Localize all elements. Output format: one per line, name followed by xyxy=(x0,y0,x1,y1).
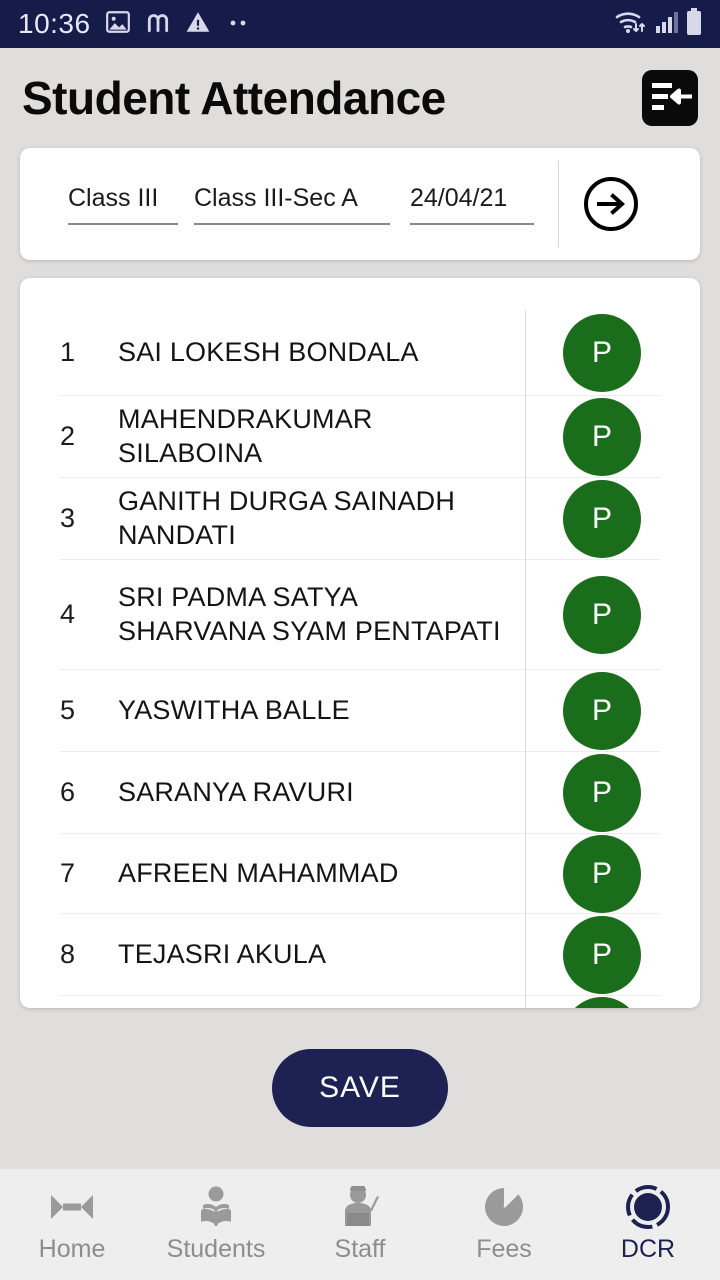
section-select[interactable]: Class III-Sec A xyxy=(194,184,390,225)
attendance-toggle[interactable]: P xyxy=(544,575,660,654)
arrow-right-circle-icon[interactable] xyxy=(579,172,643,236)
student-name: YASWITHA BALLE xyxy=(118,694,350,725)
attendance-toggle[interactable] xyxy=(544,997,660,1008)
student-name: SAI LOKESH BONDALA xyxy=(118,336,419,367)
row-index: 5 xyxy=(60,695,76,725)
attendance-toggle[interactable]: P xyxy=(544,915,660,994)
class-select[interactable]: Class III xyxy=(68,184,178,225)
attendance-toggle[interactable]: P xyxy=(544,671,660,750)
m-glyph-icon xyxy=(145,9,171,40)
table-row[interactable]: 8 TEJASRI AKULA P xyxy=(60,914,660,996)
status-badge: P xyxy=(563,915,641,994)
student-name: AFREEN MAHAMMAD xyxy=(118,857,399,888)
status-time: 10:36 xyxy=(18,8,91,39)
signal-icon xyxy=(654,9,680,40)
nav-label-students: Students xyxy=(166,1235,266,1263)
status-badge: P xyxy=(563,313,641,392)
page-header: Student Attendance xyxy=(0,48,720,148)
nav-item-home[interactable]: Home xyxy=(0,1169,144,1280)
vertical-divider xyxy=(558,161,559,247)
nav-item-staff[interactable]: Staff xyxy=(288,1169,432,1280)
attendance-toggle[interactable]: P xyxy=(544,479,660,558)
nav-label-dcr: DCR xyxy=(620,1235,676,1263)
attendance-toggle[interactable]: P xyxy=(544,834,660,913)
more-dots-icon xyxy=(225,15,251,33)
status-badge: P xyxy=(563,575,641,654)
nav-label-home: Home xyxy=(38,1235,106,1263)
table-row[interactable]: 5 YASWITHA BALLE P xyxy=(60,670,660,752)
row-index: 8 xyxy=(60,939,76,969)
attendance-toggle[interactable]: P xyxy=(544,397,660,476)
app-screen: 10:36 Student Attendance Class III Class… xyxy=(0,0,720,1280)
pie-chart-icon xyxy=(482,1185,526,1229)
status-bar: 10:36 xyxy=(0,0,720,48)
bottom-navigation: Home Students Staff Fees DCR xyxy=(0,1168,720,1280)
student-name: GANITH DURGA SAINADH NANDATI xyxy=(118,486,456,550)
attendance-list: 1 SAI LOKESH BONDALA P 2 MAHENDRAKUMAR S… xyxy=(20,310,700,1008)
nav-item-fees[interactable]: Fees xyxy=(432,1169,576,1280)
table-row[interactable]: 7 AFREEN MAHAMMAD P xyxy=(60,834,660,914)
wifi-icon xyxy=(614,8,648,41)
save-area: SAVE xyxy=(0,1008,720,1168)
row-index: 2 xyxy=(60,421,76,451)
table-row[interactable]: 2 MAHENDRAKUMAR SILABOINA P xyxy=(60,396,660,478)
dcr-circle-icon xyxy=(625,1185,671,1229)
student-name: SRI PADMA SATYA SHARVANA SYAM PENTAPATI xyxy=(118,582,501,646)
nav-item-students[interactable]: Students xyxy=(144,1169,288,1280)
row-index: 3 xyxy=(60,503,76,533)
import-list-icon[interactable] xyxy=(642,70,698,126)
student-name: TEJASRI AKULA xyxy=(118,938,327,969)
nav-item-dcr[interactable]: DCR xyxy=(576,1169,720,1280)
table-row[interactable]: 1 SAI LOKESH BONDALA P xyxy=(60,310,660,396)
attendance-list-card[interactable]: 1 SAI LOKESH BONDALA P 2 MAHENDRAKUMAR S… xyxy=(20,278,700,1008)
status-badge: P xyxy=(563,671,641,750)
nav-label-staff: Staff xyxy=(334,1235,386,1263)
nav-label-fees: Fees xyxy=(476,1235,532,1263)
status-badge: P xyxy=(563,834,641,913)
image-icon xyxy=(105,9,131,40)
home-bowtie-icon xyxy=(49,1185,95,1229)
student-name: SARANYA RAVURI xyxy=(118,776,354,807)
status-right-icons xyxy=(614,7,702,41)
table-row-partial[interactable] xyxy=(60,996,660,1008)
table-row[interactable]: 6 SARANYA RAVURI P xyxy=(60,752,660,834)
save-button[interactable]: SAVE xyxy=(272,1049,448,1127)
battery-icon xyxy=(686,7,702,41)
status-badge: P xyxy=(563,753,641,832)
table-row[interactable]: 4 SRI PADMA SATYA SHARVANA SYAM PENTAPAT… xyxy=(60,560,660,670)
row-index: 1 xyxy=(60,337,76,367)
teacher-icon xyxy=(337,1185,383,1229)
status-badge xyxy=(563,997,641,1008)
column-divider xyxy=(525,310,526,1008)
table-row[interactable]: 3 GANITH DURGA SAINADH NANDATI P xyxy=(60,478,660,560)
page-title: Student Attendance xyxy=(22,72,446,124)
filter-card: Class III Class III-Sec A 24/04/21 xyxy=(20,148,700,260)
row-index: 6 xyxy=(60,777,76,807)
attendance-toggle[interactable]: P xyxy=(544,313,660,392)
status-left-icons xyxy=(105,9,251,40)
attendance-toggle[interactable]: P xyxy=(544,753,660,832)
row-index: 4 xyxy=(60,599,76,629)
status-badge: P xyxy=(563,479,641,558)
student-name: MAHENDRAKUMAR SILABOINA xyxy=(118,404,373,468)
status-badge: P xyxy=(563,397,641,476)
date-field[interactable]: 24/04/21 xyxy=(410,184,534,225)
warning-icon xyxy=(185,9,211,40)
row-index: 7 xyxy=(60,858,76,888)
student-book-icon xyxy=(194,1185,238,1229)
